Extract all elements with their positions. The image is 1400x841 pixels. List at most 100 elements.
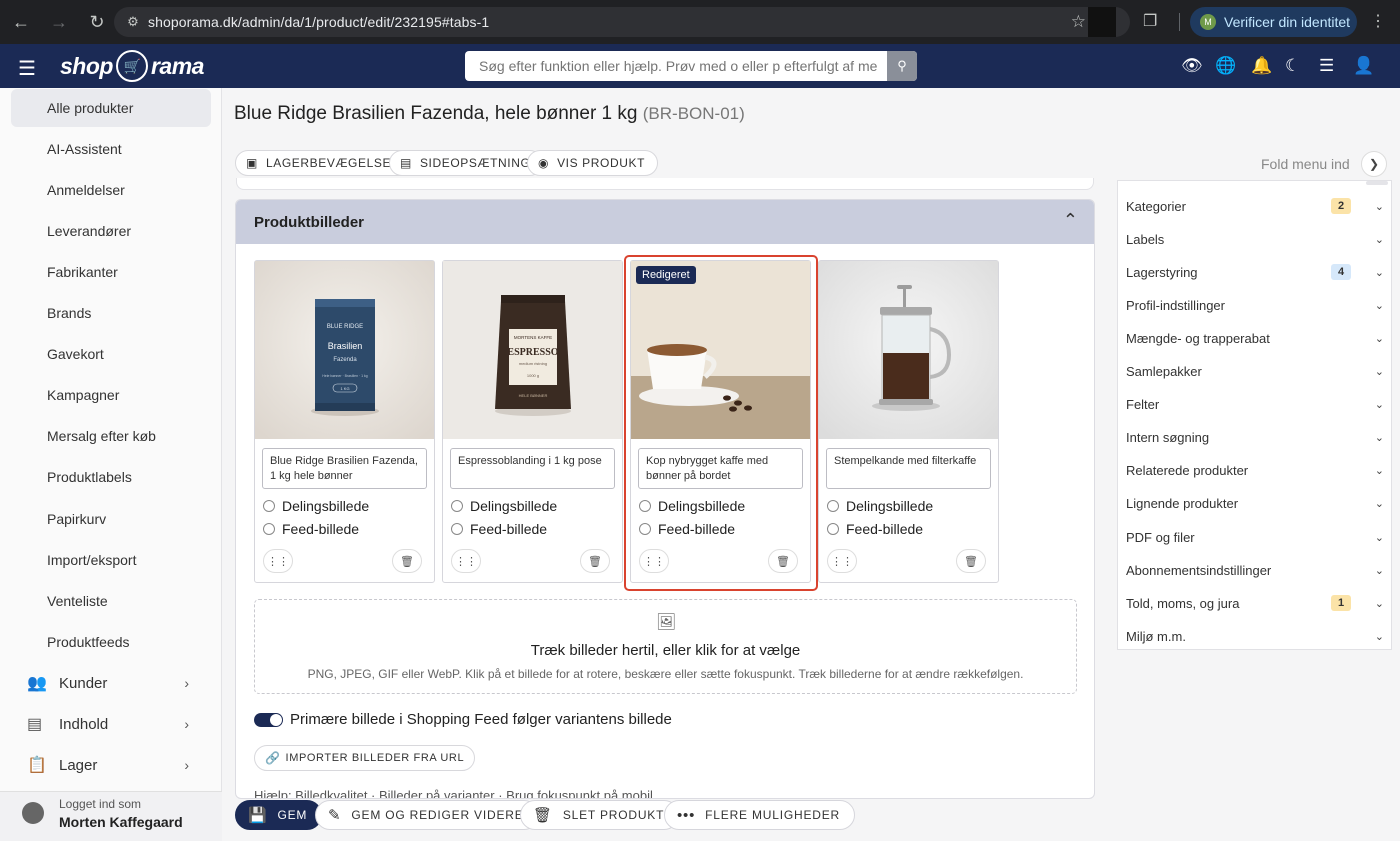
section-menu-item[interactable]: Miljø m.m. ⌄ [1126, 626, 1384, 646]
back-icon[interactable]: ← [4, 5, 38, 39]
section-menu-item[interactable]: Samlepakker ⌄ [1126, 362, 1384, 382]
save-continue-button[interactable]: ✎ GEM OG REDIGER VIDERE [315, 800, 539, 830]
sidebar-item-upsell[interactable]: Mersalg efter køb [11, 417, 211, 455]
section-menu-item[interactable]: Told, moms, og jura 1 ⌄ [1126, 593, 1384, 613]
page-setup-button[interactable]: ▤ SIDEOPSÆTNING [389, 150, 544, 176]
sidebar-item-suppliers[interactable]: Leverandører [11, 212, 211, 250]
sidebar-item-reviews[interactable]: Anmeldelser [11, 171, 211, 209]
users-icon: 👥 [27, 675, 47, 692]
sidebar-item-waitlist[interactable]: Venteliste [11, 582, 211, 620]
radio-circle[interactable] [827, 500, 839, 512]
user-icon[interactable]: 👤 [1353, 56, 1374, 76]
share-image-radio[interactable]: Delingsbillede [827, 498, 933, 514]
sidebar-item-all-products[interactable]: Alle produkter [11, 89, 211, 127]
trash-icon[interactable]: 🗑 [392, 549, 422, 573]
more-options-button[interactable]: ••• FLERE MULIGHEDER [664, 800, 855, 830]
save-button[interactable]: 💾 GEM [235, 800, 323, 830]
sidebar-item-trash[interactable]: Papirkurv [11, 500, 211, 538]
section-menu-item[interactable]: Labels ⌄ [1126, 229, 1384, 249]
section-menu-item[interactable]: PDF og filer ⌄ [1126, 527, 1384, 547]
section-menu-item[interactable]: Intern søgning ⌄ [1126, 428, 1384, 448]
hamburger-menu-icon[interactable]: ☰ [18, 56, 36, 81]
feed-image-radio[interactable]: Feed-billede [827, 521, 923, 537]
forward-icon[interactable]: → [42, 5, 76, 39]
sidebar-item-import-export[interactable]: Import/eksport [11, 541, 211, 579]
site-settings-icon[interactable]: ⚙ [118, 14, 148, 30]
panel-header[interactable]: Produktbilleder ⌃ [236, 200, 1094, 244]
globe-icon[interactable]: 🌐 [1215, 56, 1236, 76]
section-menu-item[interactable]: Lagerstyring 4 ⌄ [1126, 262, 1384, 282]
stock-moves-button[interactable]: ▣ LAGERBEVÆGELSER [235, 150, 414, 176]
share-image-radio[interactable]: Delingsbillede [263, 498, 369, 514]
product-image[interactable] [819, 261, 998, 439]
search-input[interactable] [465, 52, 885, 80]
section-menu-item[interactable]: Felter ⌄ [1126, 395, 1384, 415]
product-image[interactable]: BLUE RIDGE Brasilien Fazenda Hele bønner… [255, 261, 434, 439]
sidebar-item-product-feeds[interactable]: Produktfeeds [11, 623, 211, 661]
logged-in-user[interactable]: Logget ind som Morten Kaffegaard [0, 791, 222, 841]
section-menu-item[interactable]: Lignende produkter ⌄ [1126, 494, 1384, 514]
image-caption-field[interactable]: Espressoblanding i 1 kg pose [450, 448, 615, 489]
can-brand-text: BLUE RIDGE [327, 324, 363, 330]
product-image[interactable]: MORTENS KAFFE ESPRESSO medium ristning 1… [443, 261, 622, 439]
section-menu-item[interactable]: Mængde- og trapperabat ⌄ [1126, 328, 1384, 348]
feed-image-radio[interactable]: Feed-billede [451, 521, 547, 537]
view-product-button[interactable]: ◉ VIS PRODUKT [527, 150, 659, 176]
trash-icon[interactable]: 🗑 [956, 549, 986, 573]
section-menu-item[interactable]: Kategorier 2 ⌄ [1126, 196, 1384, 216]
drag-handle-icon[interactable]: ⋮⋮ [451, 549, 481, 573]
image-caption-field[interactable]: Stempelkande med filterkaffe [826, 448, 991, 489]
sidebar-item-manufacturers[interactable]: Fabrikanter [11, 253, 211, 291]
sidebar-item-brands[interactable]: Brands [11, 294, 211, 332]
address-bar[interactable]: ⚙ shoporama.dk/admin/da/1/product/edit/2… [114, 7, 1130, 37]
drag-handle-icon[interactable]: ⋮⋮ [263, 549, 293, 573]
section-menu-item[interactable]: Relaterede produkter ⌄ [1126, 461, 1384, 481]
import-from-url-button[interactable]: 🔗 IMPORTER BILLEDER FRA URL [254, 745, 476, 771]
sidebar-item-campaigns[interactable]: Kampagner [11, 376, 211, 414]
extensions-icon[interactable]: ❐ [1143, 11, 1157, 31]
image-card[interactable]: MORTENS KAFFE ESPRESSO medium ristning 1… [442, 260, 623, 583]
sidebar-item-gift-cards[interactable]: Gavekort [11, 335, 211, 373]
delete-product-button[interactable]: 🗑 SLET PRODUKT [520, 800, 680, 830]
radio-circle[interactable] [827, 523, 839, 535]
feed-image-radio[interactable]: Feed-billede [263, 521, 359, 537]
chevron-down-icon: ⌄ [1374, 531, 1384, 544]
reload-icon[interactable]: ↻ [80, 5, 114, 39]
drag-handle-icon[interactable]: ⋮⋮ [827, 549, 857, 573]
fold-menu-label[interactable]: Fold menu ind [1261, 156, 1350, 172]
sidebar-group-content[interactable]: ▤ Indhold › [11, 705, 211, 743]
chevron-right-icon[interactable]: ❯ [1361, 151, 1387, 177]
shoporama-logo[interactable]: shop 🛒 rama [60, 50, 204, 82]
profile-button[interactable]: M Verificer din identitet [1190, 7, 1357, 37]
share-image-radio[interactable]: Delingsbillede [451, 498, 557, 514]
section-menu-item[interactable]: Profil-indstillinger ⌄ [1126, 295, 1384, 315]
feed-variant-image-toggle[interactable] [254, 713, 283, 727]
sidebar-group-stock[interactable]: 📋 Lager › [11, 746, 211, 784]
sidebar-item-label: Gavekort [47, 346, 104, 362]
browser-menu-icon[interactable]: ⋮ [1370, 11, 1386, 31]
scrollbar[interactable] [1366, 181, 1388, 185]
search-icon[interactable]: ⚲ [887, 51, 917, 81]
image-dropzone[interactable]: 🖼 Træk billeder hertil, eller klik for a… [254, 599, 1077, 694]
dark-mode-moon-icon[interactable]: ☾ [1285, 56, 1300, 76]
radio-circle[interactable] [263, 500, 275, 512]
chevron-up-icon[interactable]: ⌃ [1063, 210, 1078, 231]
image-card[interactable]: BLUE RIDGE Brasilien Fazenda Hele bønner… [254, 260, 435, 583]
eye-icon[interactable]: 👁 [1181, 56, 1203, 76]
image-card[interactable]: Stempelkande med filterkaffe Delingsbill… [818, 260, 999, 583]
dropzone-hint: PNG, JPEG, GIF eller WebP. Klik på et bi… [307, 667, 1024, 681]
radio-circle[interactable] [451, 500, 463, 512]
bookmark-star-icon[interactable]: ☆ [1071, 12, 1086, 32]
sidebar-group-customers[interactable]: 👥 Kunder › [11, 664, 211, 702]
sidebar-item-ai-assistant[interactable]: AI-Assistent [11, 130, 211, 168]
image-caption-field[interactable]: Blue Ridge Brasilien Fazenda, 1 kg hele … [262, 448, 427, 489]
section-menu-label: Lagerstyring [1126, 264, 1198, 280]
url-text[interactable]: shoporama.dk/admin/da/1/product/edit/232… [148, 14, 489, 30]
radio-circle[interactable] [263, 523, 275, 535]
trash-icon[interactable]: 🗑 [580, 549, 610, 573]
sidebar-item-product-labels[interactable]: Produktlabels [11, 458, 211, 496]
radio-circle[interactable] [451, 523, 463, 535]
section-menu-item[interactable]: Abonnementsindstillinger ⌄ [1126, 560, 1384, 580]
stack-icon[interactable]: ☰ [1319, 56, 1334, 76]
bell-icon[interactable]: 🔔 [1251, 56, 1272, 76]
